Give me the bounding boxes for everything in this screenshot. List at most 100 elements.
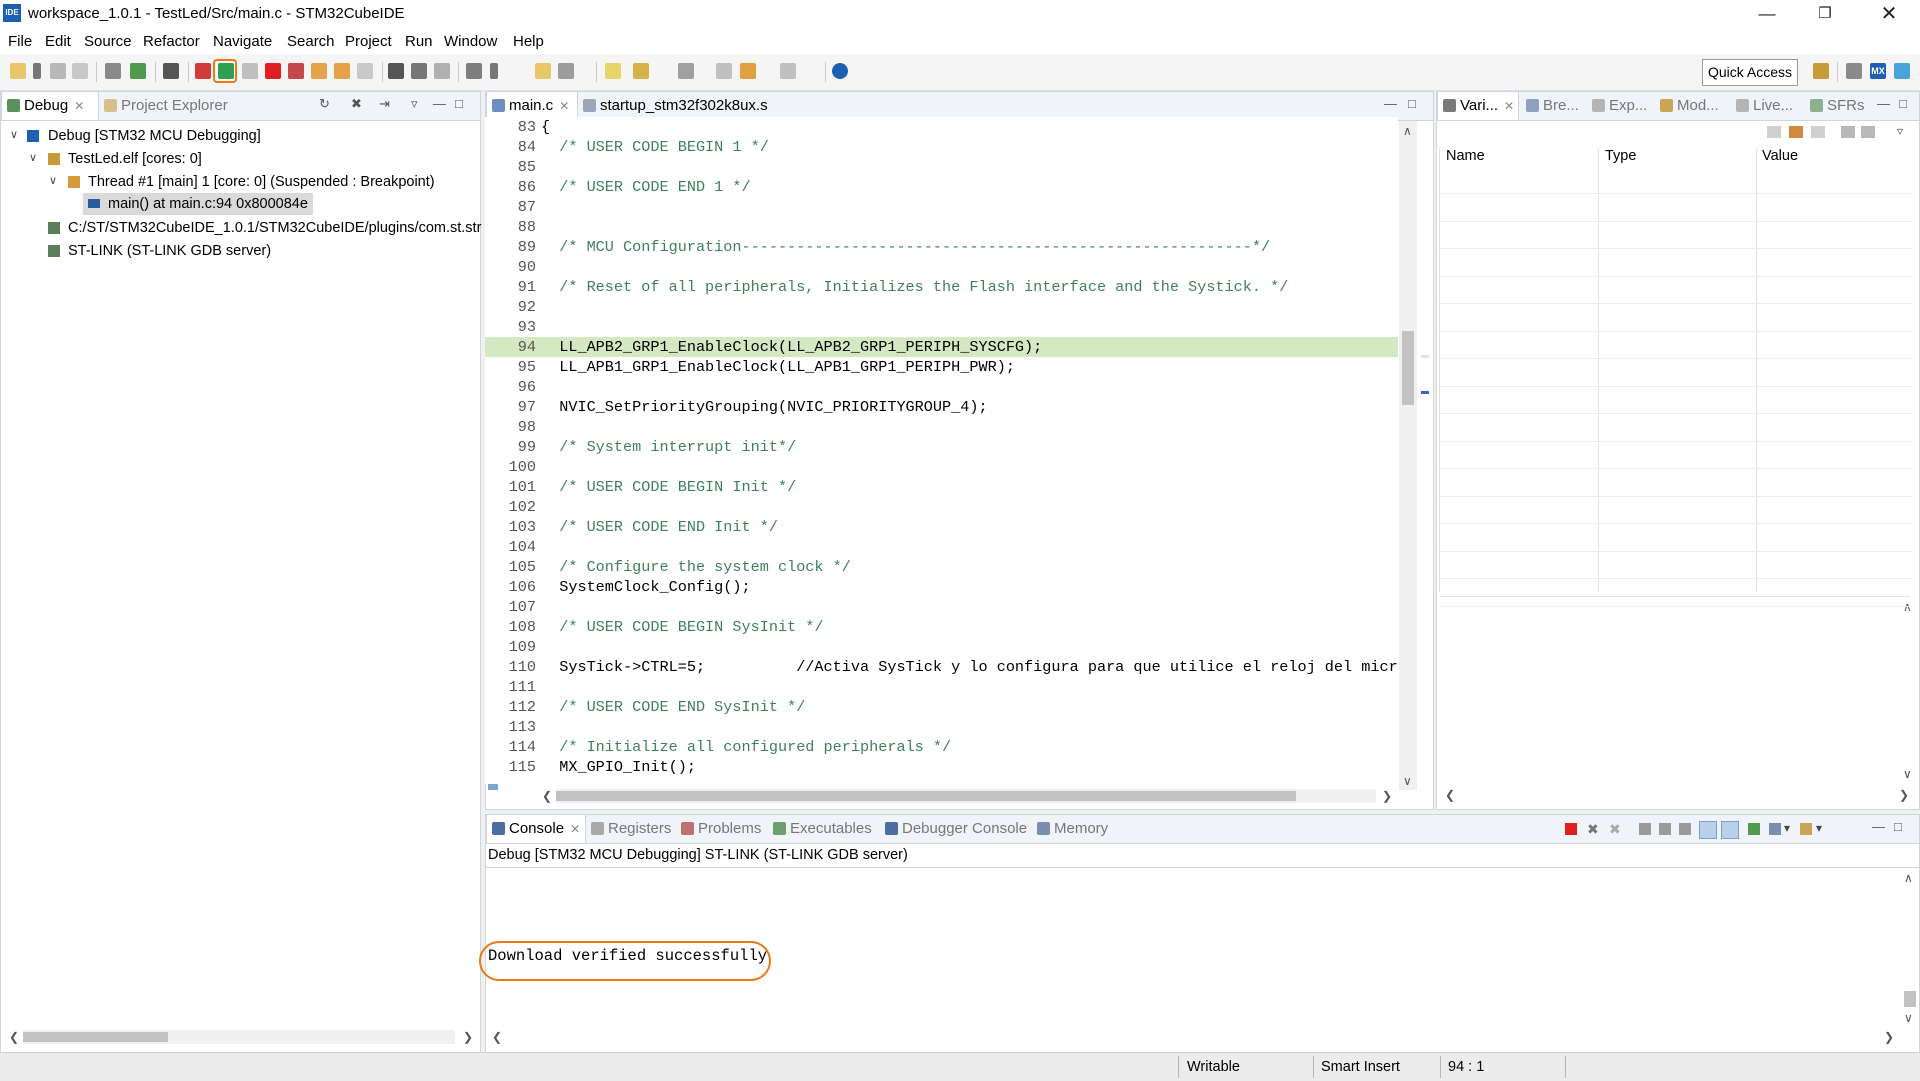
dropdown-icon[interactable]: ▾	[1816, 821, 1822, 835]
tree-item-thread[interactable]: Thread #1 [main] 1 [core: 0] (Suspended …	[88, 171, 435, 193]
step-into-icon[interactable]	[311, 63, 327, 79]
tab-main-c[interactable]: main.c ✕	[486, 92, 578, 120]
collapse-arrow-icon[interactable]: ∨	[49, 174, 57, 187]
code-line[interactable]: 99 /* System interrupt init*/	[485, 437, 1398, 457]
collapse-icon[interactable]	[411, 63, 427, 79]
code-line[interactable]: 110 SysTick->CTRL=5; //Activa SysTick y …	[485, 657, 1398, 677]
clear-console-icon[interactable]	[1639, 823, 1651, 835]
code-line[interactable]: 85	[485, 157, 1398, 177]
code-line[interactable]: 111	[485, 677, 1398, 697]
scroll-up-icon[interactable]: ∧	[1403, 124, 1412, 138]
pin-icon[interactable]	[1861, 126, 1875, 138]
menu-source[interactable]: Source	[84, 33, 132, 50]
tab-memory[interactable]: Memory	[1032, 815, 1122, 843]
scroll-left-icon[interactable]: ❮	[9, 1030, 19, 1044]
debug-dropdown-icon[interactable]	[490, 63, 498, 79]
code-line[interactable]: 98	[485, 417, 1398, 437]
terminate-icon[interactable]	[265, 63, 281, 79]
open-console-icon[interactable]	[1800, 823, 1812, 835]
back-icon[interactable]	[740, 63, 756, 79]
code-line[interactable]: 112 /* USER CODE END SysInit */	[485, 697, 1398, 717]
next-annotation-icon[interactable]	[633, 63, 649, 79]
code-line[interactable]: 92	[485, 297, 1398, 317]
scrollbar-thumb[interactable]	[23, 1032, 168, 1042]
horizontal-scrollbar[interactable]	[23, 1030, 455, 1044]
disconnect-icon[interactable]	[288, 63, 304, 79]
tree-item-debug-launch[interactable]: Debug [STM32 MCU Debugging]	[48, 125, 261, 147]
scroll-up-icon[interactable]: ∧	[1903, 600, 1912, 614]
column-divider[interactable]	[1756, 148, 1757, 592]
tab-executables[interactable]: Executables	[768, 815, 878, 843]
tab-expressions[interactable]: Exp...	[1587, 92, 1653, 120]
save-all-icon[interactable]	[72, 63, 88, 79]
instruction-stepping-icon[interactable]	[388, 63, 404, 79]
scroll-up-icon[interactable]: ∧	[1904, 871, 1913, 885]
code-editor[interactable]: 83{84 /* USER CODE BEGIN 1 */85 86 /* USE…	[485, 117, 1398, 784]
debug-perspective-icon[interactable]	[1894, 63, 1910, 79]
search-icon[interactable]	[558, 63, 574, 79]
code-line[interactable]: 101 /* USER CODE BEGIN Init */	[485, 477, 1398, 497]
menu-refactor[interactable]: Refactor	[143, 33, 200, 50]
scroll-left-icon[interactable]: ❮	[492, 1030, 502, 1044]
menu-edit[interactable]: Edit	[45, 33, 71, 50]
maximize-view-icon[interactable]: □	[1408, 96, 1416, 111]
close-icon[interactable]: ✕	[1860, 0, 1918, 30]
menu-window[interactable]: Window	[444, 33, 497, 50]
scroll-right-icon[interactable]: ❯	[1899, 788, 1909, 802]
suspend-icon[interactable]	[242, 63, 258, 79]
current-line[interactable]: 94 LL_APB2_GRP1_EnableClock(LL_APB2_GRP1…	[485, 337, 1398, 357]
code-line[interactable]: 93	[485, 317, 1398, 337]
tree-item-elf[interactable]: TestLed.elf [cores: 0]	[68, 148, 202, 170]
layout-icon[interactable]	[1811, 126, 1825, 138]
tree-item-stack-frame[interactable]: main() at main.c:94 0x800084e	[108, 193, 308, 215]
tab-problems[interactable]: Problems	[676, 815, 766, 843]
step-return-icon[interactable]	[357, 63, 373, 79]
build-icon[interactable]	[105, 63, 121, 79]
remove-terminated-icon[interactable]: ✖	[351, 96, 362, 112]
restore-icon[interactable]: ❐	[1796, 0, 1854, 30]
save-icon[interactable]	[50, 63, 66, 79]
collapse-arrow-icon[interactable]: ∨	[29, 151, 37, 164]
scrollbar-thumb[interactable]	[1402, 331, 1414, 405]
new-icon[interactable]	[10, 63, 26, 79]
menu-project[interactable]: Project	[345, 33, 392, 50]
collapse-all-icon[interactable]: ↻	[319, 96, 330, 112]
scroll-left-icon[interactable]: ❮	[542, 789, 552, 803]
scroll-right-icon[interactable]: ❯	[1382, 789, 1392, 803]
terminate-relaunch-icon[interactable]	[195, 63, 211, 79]
collapse-arrow-icon[interactable]: ∨	[10, 128, 18, 141]
show-on-stderr-icon[interactable]	[1721, 821, 1739, 839]
code-line[interactable]: 107	[485, 597, 1398, 617]
code-line[interactable]: 109	[485, 637, 1398, 657]
editor-horizontal-scrollbar[interactable]	[556, 789, 1376, 803]
open-type-icon[interactable]	[535, 63, 551, 79]
remove-launch-icon[interactable]: ✖	[1587, 821, 1599, 838]
code-line[interactable]: 84 /* USER CODE BEGIN 1 */	[485, 137, 1398, 157]
code-line[interactable]: 114 /* Initialize all configured periphe…	[485, 737, 1398, 757]
last-edit-location-icon[interactable]	[716, 63, 732, 79]
scrollbar-thumb[interactable]	[556, 791, 1296, 801]
menu-run[interactable]: Run	[405, 33, 433, 50]
minimize-view-icon[interactable]: —	[1384, 96, 1397, 111]
code-line[interactable]: 87	[485, 197, 1398, 217]
step-filter-icon[interactable]: ⇥	[379, 96, 390, 112]
code-line[interactable]: 97 NVIC_SetPriorityGrouping(NVIC_PRIORIT…	[485, 397, 1398, 417]
scroll-lock-icon[interactable]	[1659, 823, 1671, 835]
column-divider[interactable]	[1598, 148, 1599, 592]
tab-debug[interactable]: Debug ✕	[1, 92, 99, 120]
tab-registers[interactable]: Registers	[586, 815, 674, 843]
tree-item-server[interactable]: ST-LINK (ST-LINK GDB server)	[68, 240, 271, 262]
tab-variables[interactable]: Vari... ✕	[1437, 92, 1519, 120]
scroll-down-icon[interactable]: ∨	[1904, 1011, 1913, 1025]
view-menu-icon[interactable]: ▿	[411, 96, 418, 112]
skip-breakpoints-icon[interactable]	[163, 63, 179, 79]
display-selected-console-icon[interactable]	[1769, 823, 1781, 835]
minimize-icon[interactable]: —	[1738, 0, 1796, 30]
scrollbar-thumb[interactable]	[1904, 991, 1916, 1007]
minimize-view-icon[interactable]: —	[1877, 96, 1890, 111]
tab-breakpoints[interactable]: Bre...	[1521, 92, 1585, 120]
code-line[interactable]: 90	[485, 257, 1398, 277]
code-line[interactable]: 88	[485, 217, 1398, 237]
forward-icon[interactable]	[780, 63, 796, 79]
tab-modules[interactable]: Mod...	[1655, 92, 1729, 120]
